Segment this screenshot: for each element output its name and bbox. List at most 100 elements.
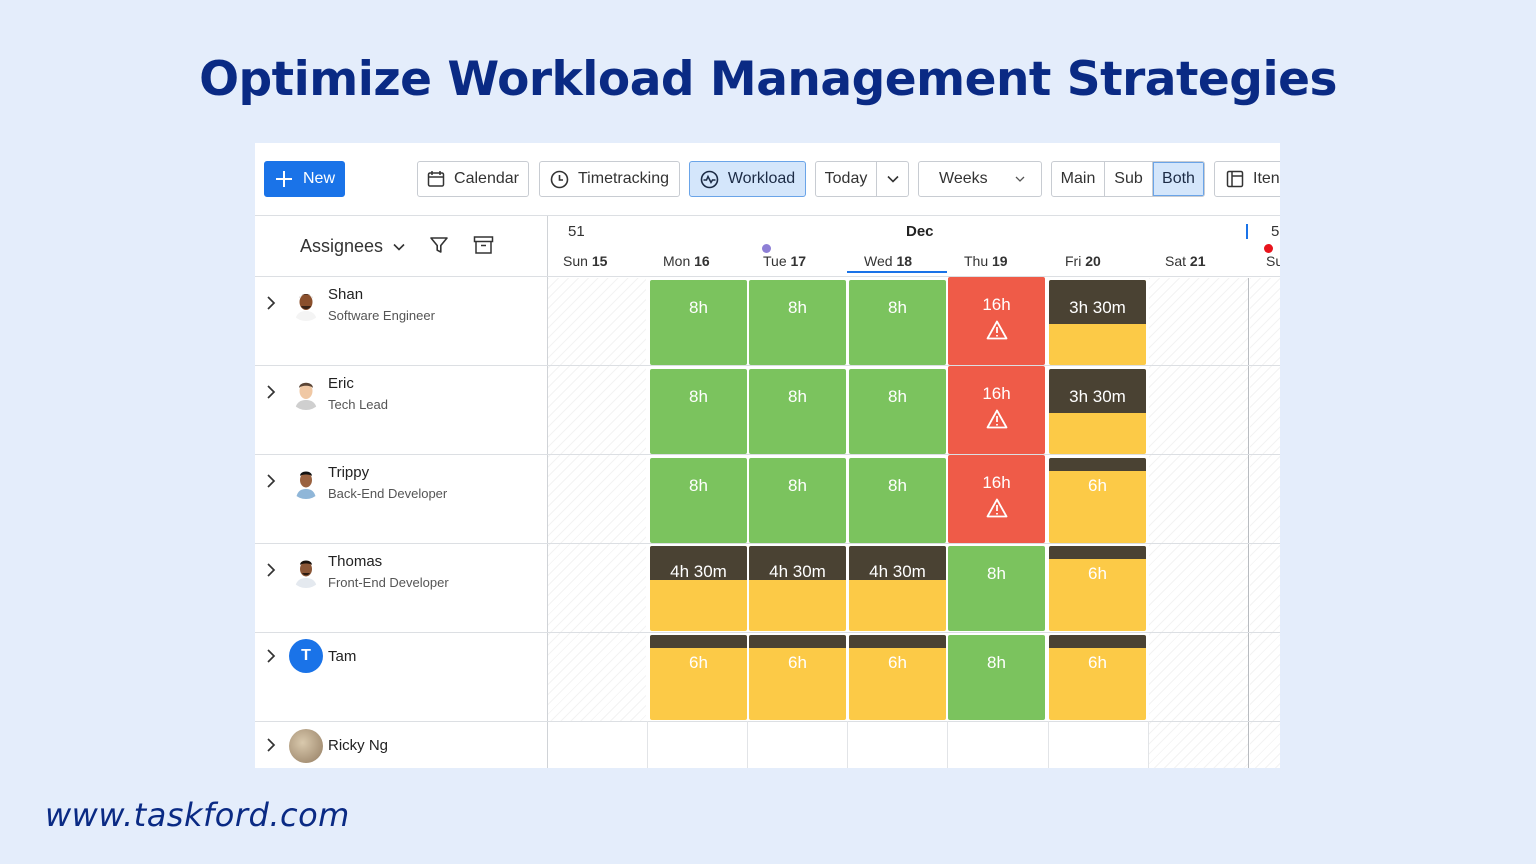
day-header-fri-20[interactable]: Fri 20 — [1065, 253, 1165, 269]
assignee-name: Tam — [328, 648, 356, 665]
day-header-tue-17[interactable]: Tue 17 — [763, 253, 863, 269]
clock-icon — [550, 170, 569, 189]
workload-cell-overloaded[interactable]: 16h — [948, 455, 1045, 543]
calendar-button[interactable]: Calendar — [417, 161, 529, 197]
assignee-role: Tech Lead — [328, 397, 388, 412]
segment-main[interactable]: Main — [1052, 162, 1105, 196]
booked-portion — [749, 635, 846, 648]
new-button[interactable]: New — [264, 161, 345, 197]
filter-icon[interactable] — [429, 235, 449, 255]
chevron-right-icon[interactable] — [265, 648, 277, 664]
chevron-right-icon[interactable] — [265, 562, 277, 578]
items-button[interactable]: Iten — [1214, 161, 1280, 197]
day-gridline — [1148, 721, 1149, 768]
booked-portion — [1049, 458, 1146, 471]
assignees-dropdown[interactable]: Assignees — [300, 236, 405, 257]
workload-cell-partial[interactable]: 6h — [1049, 635, 1146, 720]
workload-cell[interactable]: 8h — [849, 369, 946, 454]
workload-cell-partial[interactable]: 6h — [650, 635, 747, 720]
event-dot[interactable] — [762, 244, 771, 253]
assignee-name: Thomas — [328, 553, 382, 570]
booked-portion — [1049, 635, 1146, 648]
chevron-right-icon[interactable] — [265, 295, 277, 311]
timetracking-button[interactable]: Timetracking — [539, 161, 680, 197]
workload-cell-overloaded[interactable]: 16h — [948, 366, 1045, 454]
assignee-row-thomas[interactable]: Thomas Front-End Developer — [255, 544, 547, 633]
workload-cell[interactable]: 8h — [948, 635, 1045, 720]
week-divider — [1248, 278, 1249, 768]
day-header-sun-15[interactable]: Sun 15 — [563, 253, 663, 269]
today-dropdown[interactable] — [877, 162, 908, 196]
booked-portion — [849, 635, 946, 648]
archive-icon[interactable] — [473, 235, 494, 255]
workload-cell[interactable]: 8h — [650, 280, 747, 365]
chevron-right-icon[interactable] — [265, 737, 277, 753]
workload-label: Workload — [728, 170, 795, 188]
today-group: Today — [815, 161, 909, 197]
warning-icon — [986, 498, 1008, 518]
assignee-role: Software Engineer — [328, 308, 435, 323]
avatar — [289, 465, 323, 499]
column-divider — [547, 216, 548, 768]
workload-button[interactable]: Workload — [689, 161, 806, 197]
chevron-down-icon — [1015, 176, 1025, 182]
workload-cell-partial[interactable]: 6h — [749, 635, 846, 720]
workload-cell[interactable]: 8h — [948, 546, 1045, 631]
chevron-down-icon — [393, 243, 405, 251]
assignee-row-trippy[interactable]: Trippy Back-End Developer — [255, 455, 547, 544]
assignee-name: Ricky Ng — [328, 737, 388, 754]
workload-cell-partial[interactable]: 3h 30m — [1049, 369, 1146, 454]
day-gridline — [647, 721, 648, 768]
day-header-mon-16[interactable]: Mon 16 — [663, 253, 763, 269]
workload-cell-partial[interactable]: 3h 30m — [1049, 280, 1146, 365]
avatar — [289, 287, 323, 321]
segment-sub[interactable]: Sub — [1105, 162, 1153, 196]
avatar: T — [289, 639, 323, 673]
segment-both[interactable]: Both — [1153, 162, 1204, 196]
day-header-wed-18[interactable]: Wed 18 — [864, 253, 964, 269]
assignee-role: Back-End Developer — [328, 486, 447, 501]
weeks-select[interactable]: Weeks — [918, 161, 1042, 197]
workload-cell-partial[interactable]: 6h — [849, 635, 946, 720]
weekend-column — [548, 278, 646, 721]
workload-cell[interactable]: 8h — [650, 458, 747, 543]
workload-cell[interactable]: 8h — [749, 369, 846, 454]
workload-cell-partial[interactable]: 4h 30m — [749, 546, 846, 631]
workload-cell[interactable]: 8h — [849, 458, 946, 543]
workload-cell-partial[interactable]: 6h — [1049, 546, 1146, 631]
day-header-sun-22[interactable]: Su — [1266, 253, 1280, 269]
timetracking-label: Timetracking — [578, 170, 669, 188]
workload-cell[interactable]: 8h — [849, 280, 946, 365]
assignee-row-eric[interactable]: Eric Tech Lead — [255, 366, 547, 455]
weekend-column — [1250, 278, 1280, 768]
workload-cell-partial[interactable]: 4h 30m — [849, 546, 946, 631]
assignee-row-tam[interactable]: T Tam — [255, 633, 547, 722]
workload-cell-overloaded[interactable]: 16h — [948, 277, 1045, 365]
workload-cell[interactable]: 8h — [650, 369, 747, 454]
day-gridline — [747, 721, 748, 768]
avatar — [289, 554, 323, 588]
activity-icon — [700, 170, 719, 189]
chevron-down-icon — [887, 175, 899, 183]
assignee-name: Trippy — [328, 464, 369, 481]
week-boundary-marker — [1246, 224, 1248, 239]
workload-cell-partial[interactable]: 6h — [1049, 458, 1146, 543]
assignee-row-ricky-ng[interactable]: Ricky Ng — [255, 722, 547, 768]
today-button[interactable]: Today — [816, 162, 877, 196]
page-headline: Optimize Workload Management Strategies — [0, 52, 1536, 107]
workload-cell-partial[interactable]: 4h 30m — [650, 546, 747, 631]
day-header-sat-21[interactable]: Sat 21 — [1165, 253, 1265, 269]
assignee-row-shan[interactable]: Shan Software Engineer — [255, 277, 547, 366]
workload-cell[interactable]: 8h — [749, 280, 846, 365]
booked-portion — [1049, 546, 1146, 559]
chevron-right-icon[interactable] — [265, 384, 277, 400]
day-header-thu-19[interactable]: Thu 19 — [964, 253, 1064, 269]
footer-url[interactable]: www.taskford.com — [45, 796, 350, 834]
chevron-right-icon[interactable] — [265, 473, 277, 489]
workload-cell[interactable]: 8h — [749, 458, 846, 543]
weeks-label: Weeks — [939, 170, 988, 188]
assignee-name: Eric — [328, 375, 354, 392]
avatar — [289, 376, 323, 410]
assignee-name: Shan — [328, 286, 363, 303]
day-gridline — [1048, 721, 1049, 768]
